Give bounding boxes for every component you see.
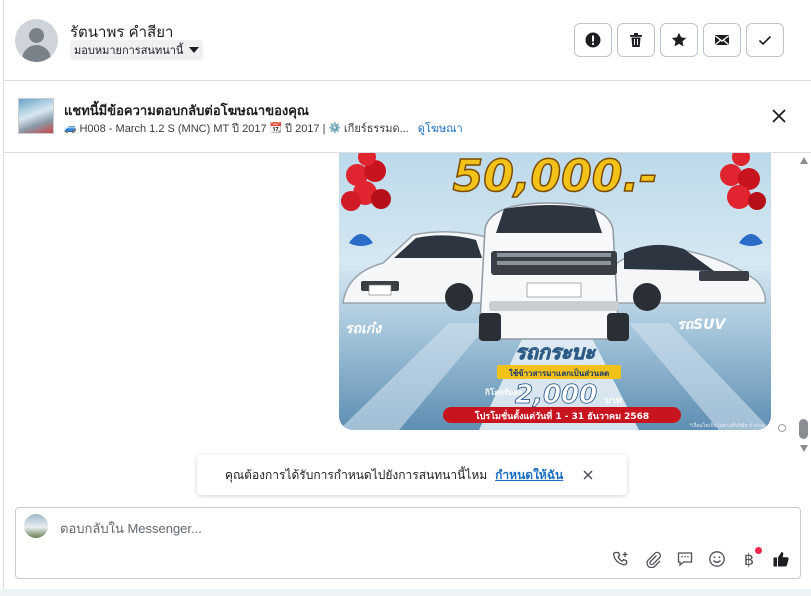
car-icon: 🚙: [64, 122, 77, 134]
assign-dropdown[interactable]: มอบหมายการสนทนานี้: [70, 40, 204, 60]
conversation-panel: รัตนาพร คำสียา มอบหมายการสนทนานี้ แชทนี้…: [3, 0, 811, 590]
assign-prompt-text: คุณต้องการได้รับการกำหนดไปยังการสนทนานี้…: [225, 467, 488, 482]
check-icon: [758, 35, 772, 46]
trash-icon: [630, 33, 642, 47]
promo-fine-print: *เงื่อนไขเป็นไปตามที่บริษัท กำหนด: [690, 421, 765, 429]
baht-icon: ฿: [743, 549, 755, 569]
scrollbar-thumb[interactable]: [799, 419, 808, 439]
thumbs-up-icon: [773, 552, 789, 567]
scroll-down-arrow[interactable]: [800, 445, 808, 452]
notification-dot: [755, 547, 762, 554]
promo-illustration: 50,000.- รถเก๋ง รถSUV รถกระบะ ใช้ข้าวสาร…: [339, 153, 771, 430]
assign-label: มอบหมายการสนทนานี้: [74, 45, 184, 57]
scroll-up-arrow[interactable]: [800, 157, 808, 164]
promo-trade-in: ใช้ข้าวสารมาแลกเป็นส่วนลด: [509, 367, 609, 378]
paperclip-icon: [646, 551, 661, 568]
saved-reply-button[interactable]: [674, 548, 696, 570]
pickup-truck: [478, 202, 629, 341]
chevron-down-icon: [189, 47, 200, 53]
window-bottom-strip: [0, 589, 811, 596]
alert-icon: [585, 32, 601, 48]
call-add-button[interactable]: [610, 548, 632, 570]
ad-year: ปี 2017 |: [285, 123, 326, 135]
view-ad-link[interactable]: ดูโฆษณา: [418, 119, 463, 137]
read-receipt-icon: [778, 424, 786, 432]
envelope-icon: [715, 35, 729, 45]
mark-spam-button[interactable]: [574, 23, 612, 57]
close-banner-button[interactable]: [770, 107, 788, 125]
promo-image-message[interactable]: 50,000.- รถเก๋ง รถSUV รถกระบะ ใช้ข้าวสาร…: [339, 153, 771, 430]
promo-price: 50,000.-: [453, 153, 658, 202]
reply-composer: ฿: [15, 507, 801, 579]
message-list[interactable]: 50,000.- รถเก๋ง รถSUV รถกระบะ ใช้ข้าวสาร…: [4, 153, 811, 505]
ad-transmission: เกียร์ธรรมด...: [343, 123, 409, 135]
mark-unread-button[interactable]: [703, 23, 741, 57]
promo-kg-price: 2,000: [515, 380, 597, 410]
page-avatar: [24, 514, 48, 538]
ad-vehicle: H008 - March 1.2 S (MNC) MT ปี 2017: [79, 123, 267, 135]
suv-car: [606, 244, 767, 311]
gear-icon: ⚙️: [328, 122, 341, 134]
ad-thumbnail[interactable]: [18, 98, 54, 134]
ad-reply-banner: แชทนี้มีข้อความตอบกลับต่อโฆษณาของคุณ 🚙 H…: [4, 81, 811, 153]
promo-kg-unit: บาท: [605, 396, 622, 406]
like-button[interactable]: [770, 548, 792, 570]
mark-done-button[interactable]: [746, 23, 784, 57]
call-add-icon: [613, 551, 628, 566]
delete-button[interactable]: [617, 23, 655, 57]
attach-button[interactable]: [642, 548, 664, 570]
reply-input[interactable]: [60, 518, 660, 538]
assign-to-me-link[interactable]: กำหนดให้ฉัน: [495, 466, 563, 485]
ad-banner-title: แชทนี้มีข้อความตอบกลับต่อโฆษณาของคุณ: [64, 103, 309, 118]
promo-right-label: รถSUV: [677, 317, 726, 333]
close-icon: [583, 470, 593, 480]
close-icon: [772, 109, 786, 123]
promo-left-label: รถเก๋ง: [345, 321, 382, 337]
assign-prompt: คุณต้องการได้รับการกำหนดไปยังการสนทนานี้…: [197, 455, 627, 495]
conversation-header: รัตนาพร คำสียา มอบหมายการสนทนานี้: [4, 0, 811, 81]
contact-avatar[interactable]: [15, 19, 58, 62]
balloons-right: [720, 153, 766, 210]
ad-details: 🚙 H008 - March 1.2 S (MNC) MT ปี 2017 📆 …: [64, 119, 463, 137]
avatar-body: [22, 45, 51, 62]
avatar-head: [29, 28, 44, 43]
star-button[interactable]: [660, 23, 698, 57]
balloons-left: [341, 153, 391, 211]
header-actions: [574, 23, 784, 57]
dismiss-prompt-button[interactable]: [581, 468, 595, 482]
emoji-button[interactable]: [706, 548, 728, 570]
saved-reply-icon: [677, 552, 693, 567]
promo-center-label: รถกระบะ: [515, 340, 596, 364]
star-icon: [671, 32, 687, 47]
composer-tools: ฿: [610, 547, 792, 570]
emoji-icon: [709, 551, 725, 567]
calendar-icon: 📆: [269, 122, 283, 134]
payment-button[interactable]: ฿: [738, 547, 762, 570]
